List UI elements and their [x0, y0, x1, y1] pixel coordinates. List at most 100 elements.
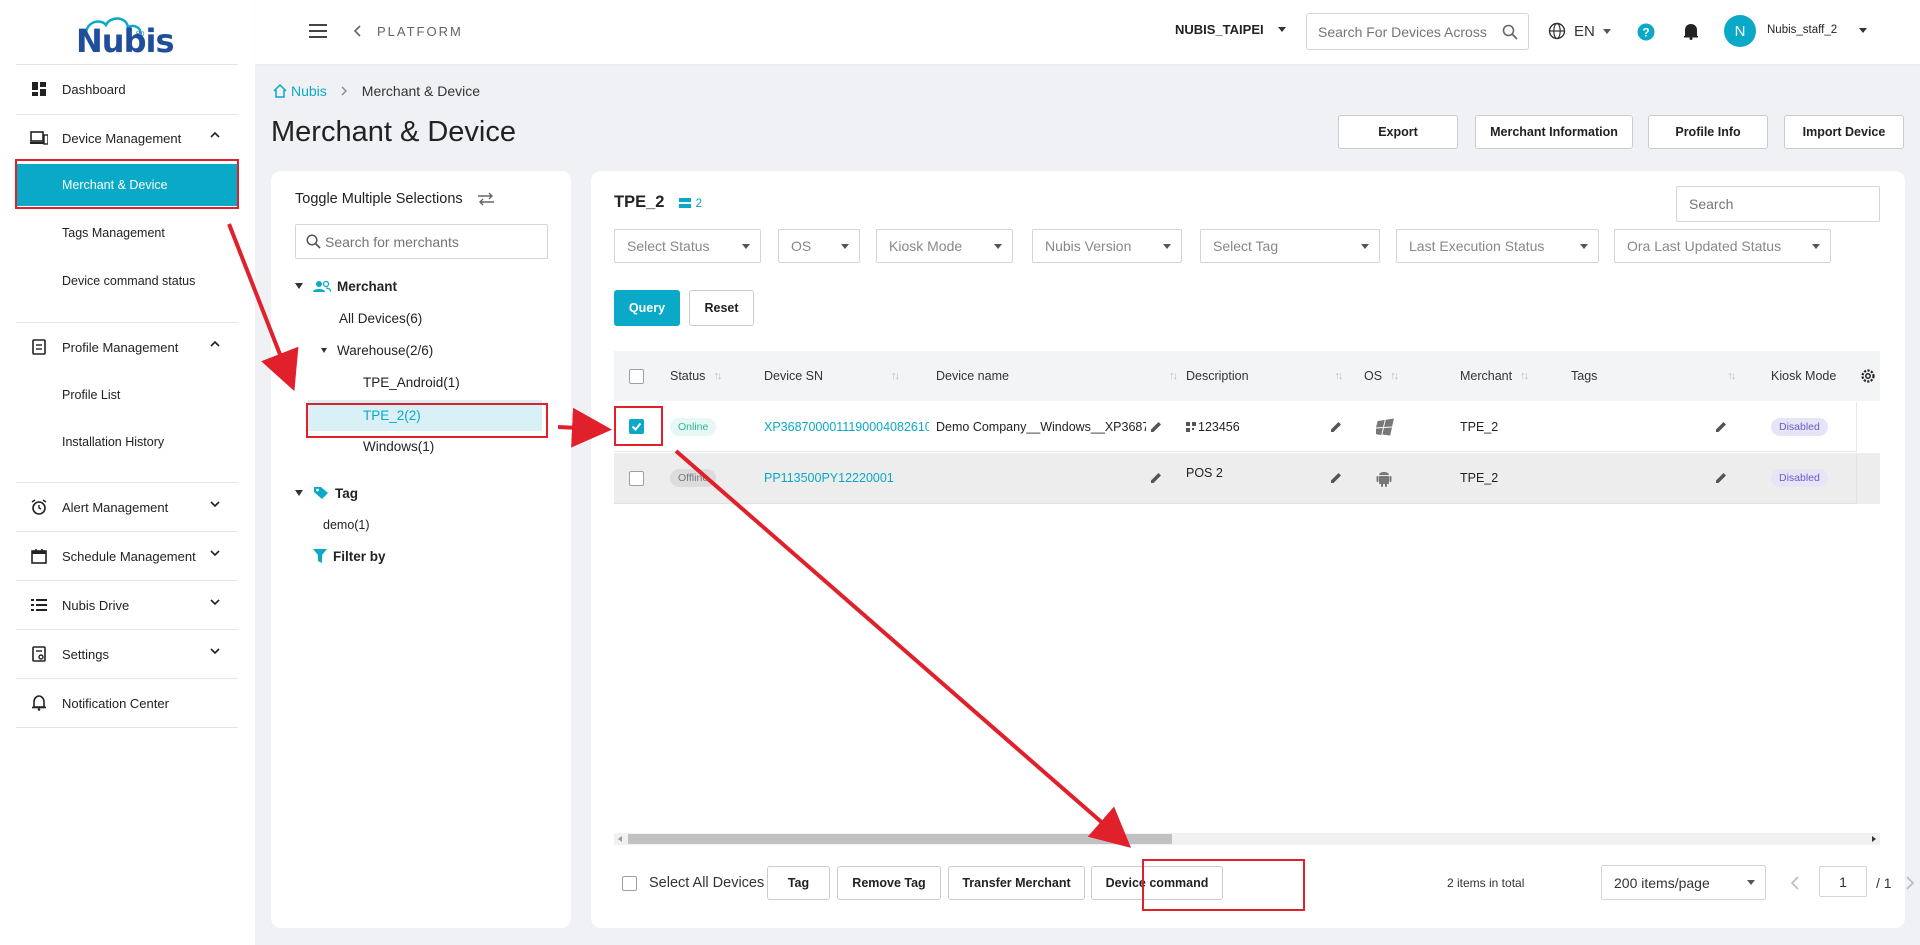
- table-row[interactable]: Online XP3687000011190004082610 Demo Com…: [614, 402, 1880, 452]
- sidebar-item-tags-management[interactable]: Tags Management: [16, 211, 238, 255]
- notification-bell-icon[interactable]: [1684, 23, 1698, 40]
- divider: [16, 580, 238, 581]
- select-all-checkbox[interactable]: [622, 875, 637, 891]
- annotation-box-merchant-device: [15, 159, 239, 209]
- edit-name-pencil-icon[interactable]: [1150, 402, 1162, 452]
- column-header-description[interactable]: Description ↑↓: [1186, 351, 1344, 401]
- sidebar-item-profile-list[interactable]: Profile List: [16, 373, 238, 417]
- nubis-version-filter-select[interactable]: Nubis Version: [1032, 229, 1182, 263]
- column-header-tags[interactable]: Tags ↑↓: [1571, 351, 1736, 401]
- help-icon[interactable]: ?: [1637, 23, 1655, 41]
- tree-node-merchant[interactable]: Merchant: [295, 273, 397, 299]
- sort-arrows-icon: ↑↓: [891, 370, 900, 382]
- device-sn-link[interactable]: XP3687000011190004082610: [764, 402, 929, 452]
- search-icon[interactable]: [1502, 24, 1518, 40]
- reset-button[interactable]: Reset: [689, 290, 754, 326]
- kiosk-mode-filter-select[interactable]: Kiosk Mode: [876, 229, 1013, 263]
- breadcrumb-home[interactable]: Nubis: [291, 83, 327, 99]
- sidebar-item-settings[interactable]: Settings: [16, 631, 238, 677]
- status-cell: Offline: [670, 453, 717, 503]
- query-button[interactable]: Query: [614, 290, 680, 326]
- import-device-button[interactable]: Import Device: [1784, 115, 1904, 149]
- sidebar-item-schedule-management[interactable]: Schedule Management: [16, 533, 238, 579]
- merchant-search-input[interactable]: [325, 233, 535, 250]
- edit-name-pencil-icon[interactable]: [1150, 453, 1162, 503]
- nubis-logo[interactable]: Nubis 5.0: [76, 12, 174, 60]
- home-icon[interactable]: [273, 84, 287, 98]
- sidebar-item-device-management[interactable]: Device Management: [16, 115, 238, 161]
- device-search-input[interactable]: [1676, 186, 1880, 222]
- tree-node-warehouse[interactable]: Warehouse(2/6): [321, 337, 433, 363]
- tree-node-all-devices[interactable]: All Devices(6): [339, 305, 422, 331]
- filter-by[interactable]: Filter by: [313, 543, 386, 569]
- merchant-information-button[interactable]: Merchant Information: [1475, 115, 1633, 149]
- tree-label: All Devices(6): [339, 310, 423, 326]
- scrollbar-thumb[interactable]: [628, 834, 1172, 844]
- user-menu[interactable]: Nubis_staff_2: [1767, 24, 1868, 36]
- next-page-chevron-icon[interactable]: [1906, 876, 1914, 890]
- scroll-right-arrow-icon[interactable]: [1872, 836, 1876, 842]
- status-cell: Online: [670, 402, 717, 452]
- kiosk-cell: Disabled: [1771, 453, 1828, 503]
- os-filter-select[interactable]: OS: [778, 229, 860, 263]
- column-header-os[interactable]: OS ↑↓: [1364, 351, 1399, 401]
- language-selector[interactable]: EN: [1548, 22, 1611, 40]
- page-number-input[interactable]: [1819, 866, 1867, 897]
- table-row[interactable]: Offline PP113500PY12220001 POS 2 TPE_2 D…: [614, 453, 1880, 504]
- sidebar-item-device-command-status[interactable]: Device command status: [16, 259, 238, 303]
- tree-node-tpe-android[interactable]: TPE_Android(1): [363, 369, 460, 395]
- status-filter-select[interactable]: Select Status: [614, 229, 761, 263]
- total-items: 2 items in total: [1447, 876, 1525, 890]
- swap-arrows-icon: [477, 192, 495, 206]
- column-header-kiosk-mode[interactable]: Kiosk Mode: [1771, 351, 1836, 401]
- alarm-clock-icon: [30, 498, 48, 516]
- transfer-merchant-button[interactable]: Transfer Merchant: [948, 866, 1085, 900]
- edit-tags-pencil-icon[interactable]: [1715, 453, 1727, 503]
- profile-info-button[interactable]: Profile Info: [1648, 115, 1768, 149]
- avatar[interactable]: N: [1724, 15, 1756, 47]
- device-table: Status ↑↓ Device SN ↑↓ Device name ↑↓ Descr…: [614, 351, 1880, 534]
- horizontal-scrollbar[interactable]: [614, 833, 1880, 845]
- tree-node-demo-tag[interactable]: demo(1): [323, 512, 370, 538]
- column-header-merchant[interactable]: Merchant ↑↓: [1460, 351, 1529, 401]
- row-fixed-column: [1856, 402, 1880, 452]
- sidebar-item-dashboard[interactable]: Dashboard: [16, 66, 238, 112]
- device-sn-link[interactable]: PP113500PY12220001: [764, 453, 929, 503]
- chevron-up-icon: [210, 340, 220, 348]
- export-button[interactable]: Export: [1338, 115, 1458, 149]
- sort-arrows-icon: ↑↓: [1390, 370, 1399, 382]
- global-search-input[interactable]: [1306, 13, 1529, 50]
- scroll-left-arrow-icon[interactable]: [618, 836, 622, 842]
- toggle-multiple-selections[interactable]: Toggle Multiple Selections: [295, 191, 495, 207]
- last-execution-status-filter-select[interactable]: Last Execution Status: [1396, 229, 1599, 263]
- column-header-device-sn[interactable]: Device SN ↑↓: [764, 351, 900, 401]
- column-settings-gear-icon[interactable]: [1856, 351, 1880, 401]
- prev-page-chevron-icon[interactable]: [1791, 876, 1799, 890]
- tag-button[interactable]: Tag: [767, 866, 830, 900]
- edit-description-pencil-icon[interactable]: [1330, 453, 1342, 503]
- sidebar-item-installation-history[interactable]: Installation History: [16, 420, 238, 464]
- global-search-field[interactable]: [1318, 23, 1498, 40]
- org-selector[interactable]: NUBIS_TAIPEI: [1175, 22, 1286, 37]
- tag-filter-select[interactable]: Select Tag: [1200, 229, 1380, 263]
- column-header-device-name[interactable]: Device name ↑↓: [936, 351, 1178, 401]
- edit-description-pencil-icon[interactable]: [1330, 402, 1342, 452]
- edit-tags-pencil-icon[interactable]: [1715, 402, 1727, 452]
- header-select-checkbox[interactable]: [629, 369, 644, 384]
- hamburger-menu-icon[interactable]: [309, 24, 327, 38]
- sidebar-item-alert-management[interactable]: Alert Management: [16, 484, 238, 530]
- back-chevron-icon[interactable]: [353, 25, 361, 37]
- merchant-search-box[interactable]: [295, 224, 548, 259]
- row-select-checkbox[interactable]: [629, 471, 644, 486]
- ora-status-filter-select[interactable]: Ora Last Updated Status: [1614, 229, 1831, 263]
- caret-down-icon: [1859, 27, 1868, 33]
- sidebar-item-notification-center[interactable]: Notification Center: [16, 680, 238, 726]
- tree-node-tag[interactable]: Tag: [295, 480, 358, 506]
- sidebar-item-profile-management[interactable]: Profile Management: [16, 324, 238, 370]
- device-icon: [30, 129, 48, 147]
- remove-tag-button[interactable]: Remove Tag: [837, 866, 941, 900]
- sidebar-item-nubis-drive[interactable]: Nubis Drive: [16, 582, 238, 628]
- select-all-devices[interactable]: Select All Devices: [614, 873, 764, 893]
- column-header-status[interactable]: Status ↑↓: [670, 351, 722, 401]
- page-size-select[interactable]: 200 items/page: [1601, 865, 1766, 900]
